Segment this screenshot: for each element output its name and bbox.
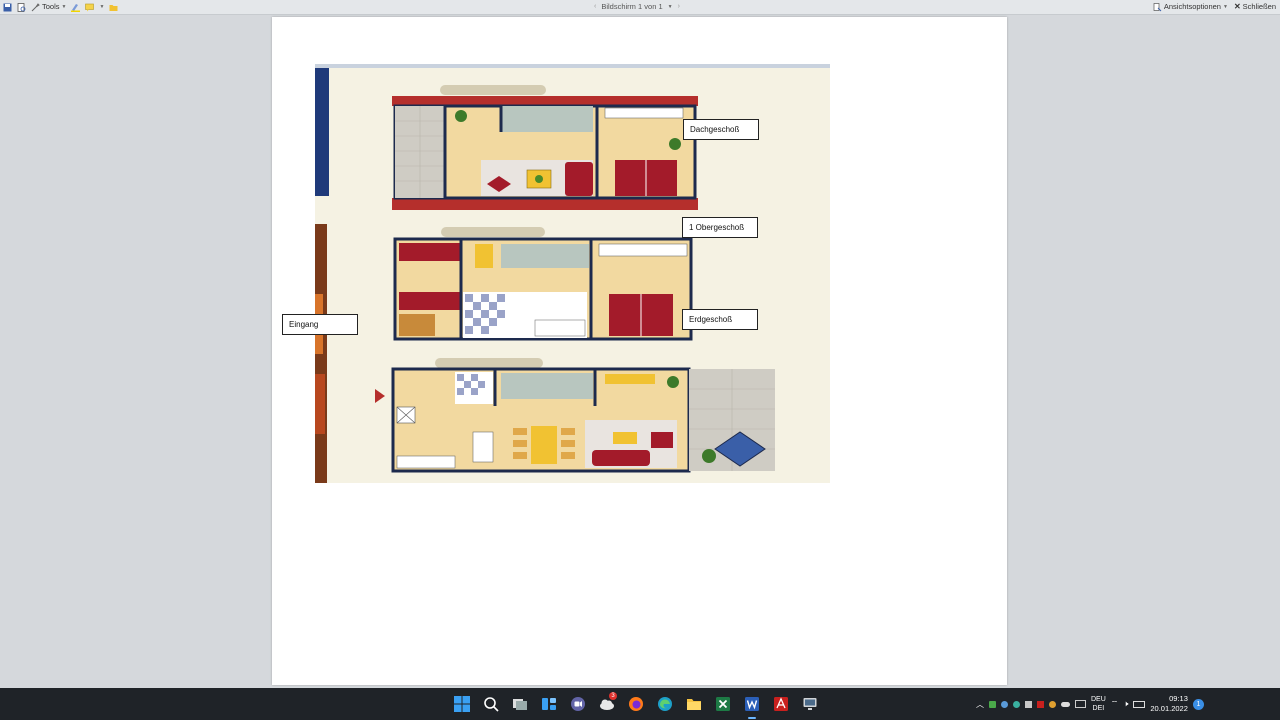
tools-icon (31, 2, 40, 12)
word-icon (745, 697, 759, 711)
remote-desktop-icon (803, 698, 817, 710)
language-line2: DEI (1092, 705, 1105, 712)
language-line1: DEU (1091, 696, 1106, 703)
folder-icon[interactable] (109, 3, 118, 12)
view-options-icon (1153, 2, 1162, 12)
clock-date: 20.01.2022 (1150, 704, 1188, 713)
close-button[interactable]: ✕ Schließen (1234, 0, 1276, 14)
print-preview-icon[interactable] (17, 2, 26, 12)
onedrive-icon[interactable] (1061, 701, 1070, 707)
folder-icon (687, 699, 701, 710)
task-view-button[interactable] (510, 692, 530, 716)
widgets-icon (542, 698, 556, 710)
clock-time: 09:13 (1169, 694, 1188, 703)
document-page: Dachgeschoß 1 Obergeschoß Erdgeschoß Ein… (272, 17, 1007, 685)
tray-app-icon[interactable] (1001, 700, 1008, 708)
view-options-label: Ansichtsoptionen (1163, 2, 1221, 11)
speaker-muted-icon[interactable]: 🕨 (1123, 699, 1128, 709)
tray-app-icon[interactable] (1025, 700, 1032, 708)
widgets-button[interactable] (539, 692, 559, 716)
reading-mode-toolbar: Tools ▼ ▼ ‹ Bildschirm 1 von 1 ▼ › Ansic… (0, 0, 1280, 15)
firefox-icon (629, 697, 643, 711)
keyboard-icon[interactable] (1075, 700, 1086, 708)
wifi-icon[interactable]: ⌔ (1111, 699, 1119, 709)
remote-desktop-button[interactable] (800, 692, 820, 716)
chat-button[interactable] (568, 692, 588, 716)
view-options-menu[interactable]: Ansichtsoptionen ▼ (1153, 0, 1228, 14)
label-dachgeschoss: Dachgeschoß (683, 119, 759, 140)
file-explorer-button[interactable] (684, 692, 704, 716)
label-obergeschoss: 1 Obergeschoß (682, 217, 758, 238)
save-icon[interactable] (3, 3, 12, 12)
tools-menu[interactable]: Tools ▼ (31, 0, 66, 14)
firefox-button[interactable] (626, 692, 646, 716)
clock[interactable]: 09:13 20.01.2022 (1150, 694, 1188, 714)
chat-badge: 3 (609, 692, 617, 700)
excel-icon (716, 697, 730, 711)
notification-badge[interactable]: 1 (1192, 698, 1204, 710)
edge-icon (658, 697, 672, 711)
acrobat-icon (774, 697, 788, 711)
language-indicator[interactable]: DEU DEI (1091, 695, 1106, 713)
comment-icon[interactable] (85, 3, 95, 12)
search-button[interactable] (481, 692, 501, 716)
excel-button[interactable] (713, 692, 733, 716)
start-button[interactable] (452, 692, 472, 716)
close-icon: ✕ (1233, 2, 1241, 11)
acrobat-button[interactable] (771, 692, 791, 716)
windows-logo-icon (454, 696, 470, 712)
word-button[interactable] (742, 692, 762, 719)
chevron-down-icon[interactable]: ▼ (668, 0, 673, 14)
tray-app-icon[interactable] (1013, 700, 1020, 708)
battery-icon[interactable] (1133, 700, 1146, 708)
label-eingang: Eingang (282, 314, 358, 335)
edge-button[interactable] (655, 692, 675, 716)
next-screen-icon[interactable]: › (678, 0, 680, 14)
chevron-down-icon: ▼ (1222, 4, 1228, 10)
highlight-icon[interactable] (71, 3, 81, 12)
acrobat-tray-icon[interactable] (1037, 700, 1044, 708)
chat-icon (571, 697, 585, 711)
chevron-down-icon[interactable]: ▼ (99, 0, 104, 14)
previous-screen-icon[interactable]: ‹ (594, 0, 596, 14)
tray-app-icon[interactable] (989, 700, 996, 708)
chevron-down-icon: ▼ (61, 4, 67, 10)
screen-indicator[interactable]: Bildschirm 1 von 1 (601, 0, 662, 14)
windows-taskbar: 3 ︿ DEU DEI ⌔ 🕨 09:13 20.01.2022 1 (0, 688, 1280, 720)
tray-app-icon[interactable] (1049, 700, 1056, 708)
task-view-icon (513, 699, 527, 710)
search-icon (484, 697, 499, 712)
mail-app-button[interactable]: 3 (597, 692, 617, 716)
label-erdgeschoss: Erdgeschoß (682, 309, 758, 330)
chevron-up-icon[interactable]: ︿ (976, 699, 984, 710)
tools-label: Tools (42, 2, 60, 11)
close-label: Schließen (1242, 2, 1276, 11)
